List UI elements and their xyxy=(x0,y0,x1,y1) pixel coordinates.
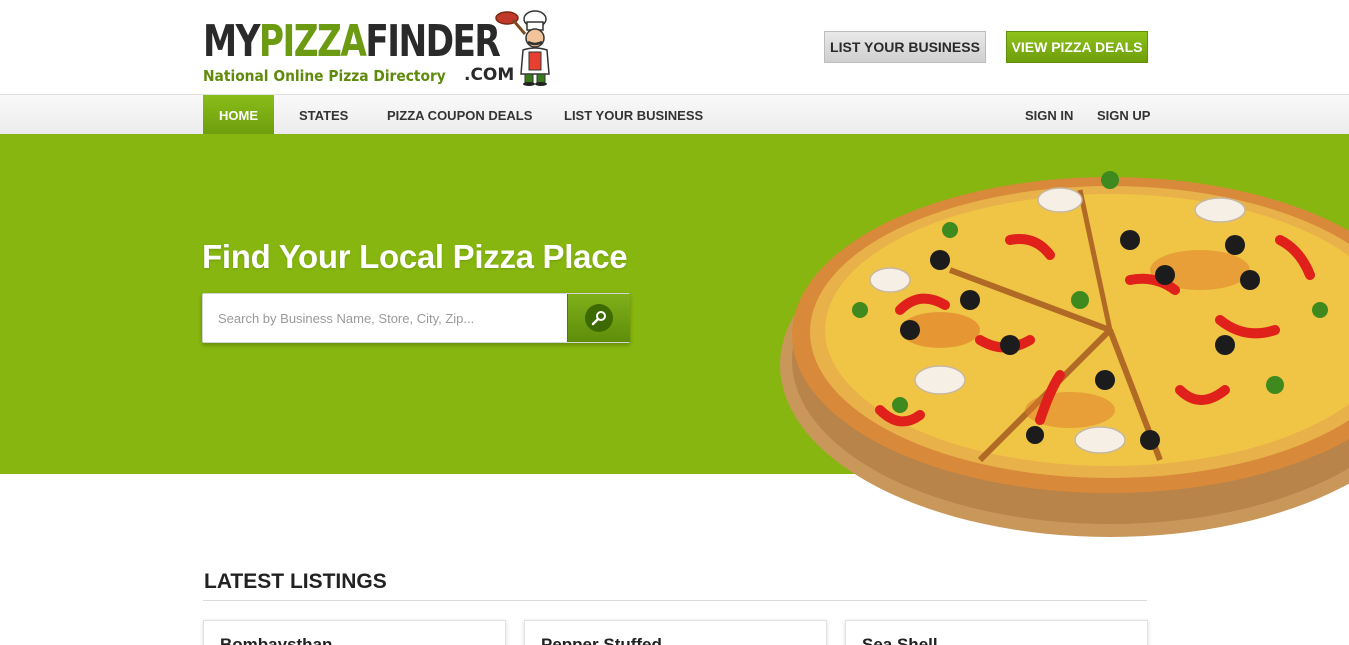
logo-wordmark: MYPIZZAFINDER xyxy=(203,16,501,67)
search-bar xyxy=(202,293,630,343)
view-pizza-deals-button[interactable]: VIEW PIZZA DEALS xyxy=(1006,31,1148,63)
hero-title: Find Your Local Pizza Place xyxy=(202,238,628,275)
sign-in-link[interactable]: SIGN IN xyxy=(1025,95,1073,135)
listing-title[interactable]: Sea Shell xyxy=(862,635,938,645)
listing-title[interactable]: Bombaysthan xyxy=(220,635,332,645)
pizza-illustration xyxy=(780,171,1349,537)
nav-item-pizza-coupon-deals[interactable]: PIZZA COUPON DEALS xyxy=(387,95,532,135)
site-header: MYPIZZAFINDER National Online Pizza Dire… xyxy=(0,0,1349,94)
nav-item-list-your-business[interactable]: LIST YOUR BUSINESS xyxy=(564,95,703,135)
heading-divider xyxy=(203,600,1147,601)
listing-card[interactable]: Bombaysthan xyxy=(203,620,506,645)
main-navigation: HOME STATES PIZZA COUPON DEALS LIST YOUR… xyxy=(0,94,1349,135)
pizza-hero-image xyxy=(780,160,1349,540)
chef-mascot-icon xyxy=(495,10,550,86)
sign-up-link[interactable]: SIGN UP xyxy=(1097,95,1150,135)
listing-card[interactable]: Pepper Stuffed xyxy=(524,620,827,645)
site-logo[interactable]: MYPIZZAFINDER National Online Pizza Dire… xyxy=(203,8,553,88)
listing-title[interactable]: Pepper Stuffed xyxy=(541,635,662,645)
listing-card[interactable]: Sea Shell xyxy=(845,620,1148,645)
nav-item-home[interactable]: HOME xyxy=(203,95,274,135)
search-input[interactable] xyxy=(203,294,567,342)
search-button[interactable] xyxy=(567,294,630,342)
logo-tagline: National Online Pizza Directory xyxy=(203,67,446,85)
nav-item-states[interactable]: STATES xyxy=(299,95,348,135)
list-your-business-button[interactable]: LIST YOUR BUSINESS xyxy=(824,31,986,63)
magnifier-icon xyxy=(585,304,613,332)
latest-listings-heading: LATEST LISTINGS xyxy=(204,570,387,593)
